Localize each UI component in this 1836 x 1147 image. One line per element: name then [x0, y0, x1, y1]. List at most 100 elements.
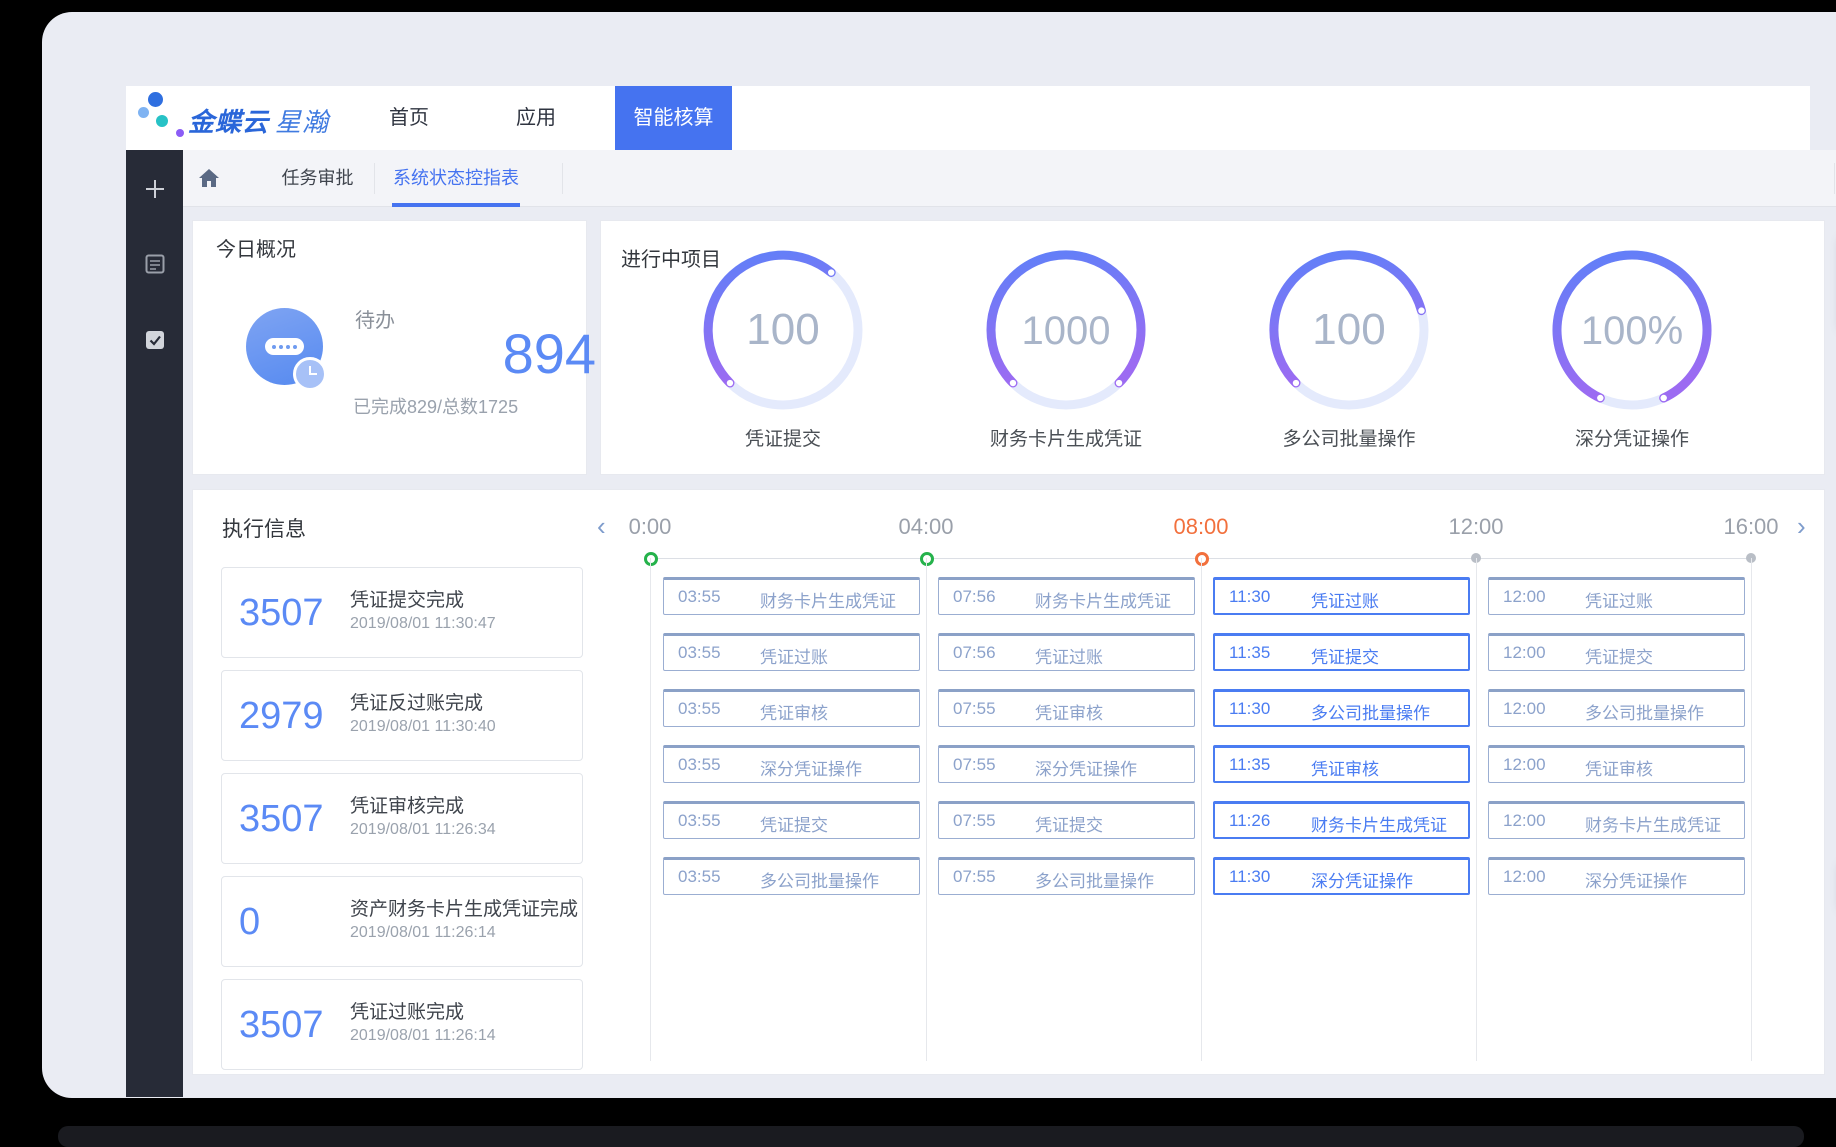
nav-apps[interactable]: 应用: [491, 86, 581, 150]
task-name: 财务卡片生成凭证: [1035, 587, 1171, 612]
task-name: 多公司批量操作: [1035, 867, 1154, 892]
task-card[interactable]: 07:55凭证提交: [938, 801, 1195, 839]
task-card[interactable]: 07:56凭证过账: [938, 633, 1195, 671]
task-time: 12:00: [1503, 643, 1546, 663]
stat-card[interactable]: 3507凭证过账完成2019/08/01 11:26:14: [221, 979, 583, 1070]
task-time: 03:55: [678, 587, 721, 607]
tab-separator: [374, 163, 375, 194]
nav-home[interactable]: 首页: [364, 86, 454, 150]
logo-text-secondary: 星瀚: [275, 107, 329, 137]
task-name: 凭证提交: [1585, 643, 1653, 668]
task-card[interactable]: 07:55凭证审核: [938, 689, 1195, 727]
todo-label: 待办: [355, 304, 395, 333]
task-time: 11:30: [1229, 699, 1270, 719]
task-time: 03:55: [678, 867, 721, 887]
chevron-left-icon[interactable]: ‹: [597, 513, 606, 539]
task-card[interactable]: 11:26财务卡片生成凭证: [1213, 801, 1470, 839]
chevron-right-icon[interactable]: ›: [1797, 513, 1806, 539]
task-card[interactable]: 12:00多公司批量操作: [1488, 689, 1745, 727]
list-icon[interactable]: [126, 254, 183, 279]
task-card[interactable]: 12:00财务卡片生成凭证: [1488, 801, 1745, 839]
task-card[interactable]: 11:35 凭证提交: [1213, 633, 1470, 671]
ring-value: 1000: [1022, 309, 1111, 353]
plus-icon[interactable]: [126, 178, 183, 205]
left-sidebar: [126, 150, 183, 1097]
task-card[interactable]: 11:35凭证审核: [1213, 745, 1470, 783]
ring-gauge: 100: [698, 245, 868, 415]
timeline-tick-label: 16:00: [1723, 514, 1778, 540]
task-card[interactable]: 03:55凭证审核: [663, 689, 920, 727]
home-icon[interactable]: [197, 166, 221, 195]
task-name: 多公司批量操作: [1585, 699, 1704, 724]
task-card[interactable]: 07:55深分凭证操作: [938, 745, 1195, 783]
task-card[interactable]: 11:30凭证过账: [1213, 577, 1470, 615]
logo-dot-blue: [148, 92, 163, 107]
screen: 金蝶云星瀚 首页 应用 智能核算 3: [0, 0, 1836, 1147]
task-time: 11:30: [1229, 867, 1270, 887]
tab-system-status[interactable]: 系统状态控指表: [392, 150, 520, 206]
checklist-icon[interactable]: [126, 330, 183, 355]
task-time: 11:35: [1229, 643, 1270, 663]
progress-ring: 100: [698, 245, 868, 415]
task-time: 12:00: [1503, 811, 1546, 831]
logo-dot-lightblue: [138, 107, 149, 118]
stat-card[interactable]: 3507凭证提交完成2019/08/01 11:30:47: [221, 567, 583, 658]
task-name: 多公司批量操作: [1311, 699, 1430, 724]
ring-value: 100%: [1581, 309, 1683, 353]
task-name: 深分凭证操作: [760, 755, 862, 780]
window-bottom-edge: [58, 1126, 1804, 1147]
timeline-tick-label: 12:00: [1448, 514, 1503, 540]
task-card[interactable]: 12:00凭证过账: [1488, 577, 1745, 615]
stat-value: 3507: [239, 1004, 324, 1047]
task-name: 凭证过账: [760, 643, 828, 668]
task-card[interactable]: 03:55 凭证过账: [663, 633, 920, 671]
task-card[interactable]: 11:30 多公司批量操作: [1213, 689, 1470, 727]
stat-value: 0: [239, 901, 260, 944]
task-time: 03:55: [678, 643, 721, 663]
nav-smart-accounting[interactable]: 智能核算: [615, 86, 732, 150]
task-name: 凭证提交: [1311, 643, 1379, 668]
stat-card[interactable]: 0资产财务卡片生成凭证完成2019/08/01 11:26:14: [221, 876, 583, 967]
task-name: 财务卡片生成凭证: [1311, 811, 1447, 836]
today-summary: 已完成829/总数1725: [353, 393, 518, 419]
app-logo[interactable]: 金蝶云星瀚: [188, 102, 329, 139]
tab-bar: 任务审批 系统状态控指表: [183, 150, 1836, 207]
task-card[interactable]: 03:55深分凭证操作: [663, 745, 920, 783]
timeline-tick-dot[interactable]: [920, 552, 934, 566]
timeline-tick-label: 04:00: [898, 514, 953, 540]
task-name: 凭证审核: [760, 699, 828, 724]
ring-label: 财务卡片生成凭证: [946, 424, 1186, 451]
timeline-column-divider: [926, 558, 927, 1061]
task-card[interactable]: 11:30 深分凭证操作: [1213, 857, 1470, 895]
stat-card[interactable]: 3507凭证审核完成2019/08/01 11:26:34: [221, 773, 583, 864]
task-time: 07:55: [953, 811, 996, 831]
tab-separator: [562, 163, 563, 194]
stat-card[interactable]: 2979凭证反过账完成2019/08/01 11:30:40: [221, 670, 583, 761]
task-card[interactable]: 03:55财务卡片生成凭证: [663, 577, 920, 615]
tab-separator: [1834, 163, 1835, 194]
stat-timestamp: 2019/08/01 11:26:14: [350, 924, 496, 942]
tab-task-approval[interactable]: 任务审批: [261, 150, 374, 206]
timeline-tick-dot[interactable]: [644, 552, 658, 566]
timeline-column-divider: [1201, 558, 1202, 1061]
task-card[interactable]: 12:00 凭证提交: [1488, 633, 1745, 671]
task-time: 11:30: [1229, 587, 1270, 607]
task-name: 凭证审核: [1585, 755, 1653, 780]
task-name: 深分凭证操作: [1311, 867, 1413, 892]
panel-today-title: 今日概况: [216, 233, 296, 262]
active-tab-underline: [392, 203, 520, 207]
timeline-tick-dot[interactable]: [1195, 552, 1209, 566]
clock-icon: [293, 357, 327, 391]
task-card[interactable]: 07:56财务卡片生成凭证: [938, 577, 1195, 615]
panel-execution-info: 执行信息 3507凭证提交完成2019/08/01 11:30:47 2979凭证…: [192, 489, 1825, 1075]
task-card[interactable]: 03:55多公司批量操作: [663, 857, 920, 895]
task-time: 07:55: [953, 699, 996, 719]
timeline-column-divider: [650, 558, 651, 1061]
task-time: 03:55: [678, 811, 721, 831]
task-card[interactable]: 07:55多公司批量操作: [938, 857, 1195, 895]
panel-exec-title: 执行信息: [222, 513, 306, 543]
stat-value: 3507: [239, 592, 324, 635]
task-card[interactable]: 12:00深分凭证操作: [1488, 857, 1745, 895]
task-card[interactable]: 03:55凭证提交: [663, 801, 920, 839]
task-card[interactable]: 12:00凭证审核: [1488, 745, 1745, 783]
